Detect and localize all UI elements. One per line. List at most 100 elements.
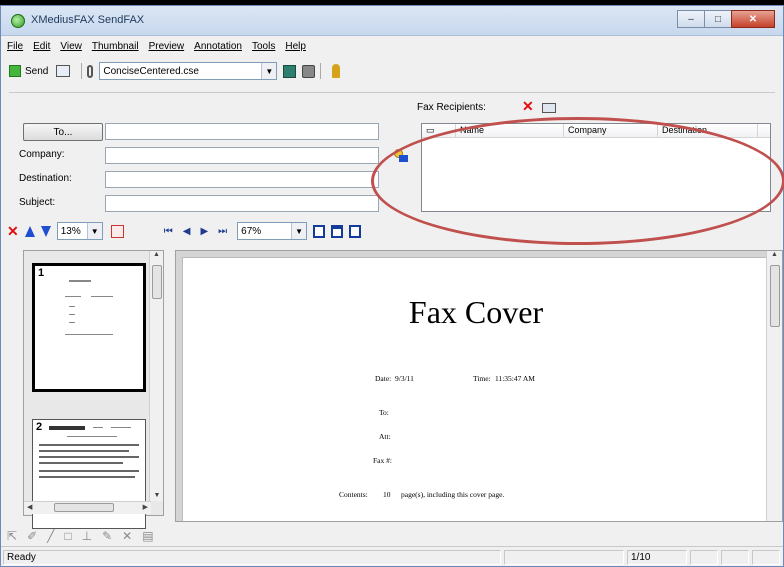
- cover-template-select[interactable]: ConciseCentered.cse ▼: [99, 62, 278, 80]
- address-book-icon[interactable]: [283, 64, 297, 78]
- status-text: Ready: [3, 550, 501, 565]
- rectangle-icon[interactable]: □: [64, 529, 71, 543]
- line-icon[interactable]: ╱: [47, 529, 54, 543]
- thumb-text-line: [69, 306, 75, 307]
- delete-page-icon[interactable]: ✕: [7, 224, 19, 238]
- last-page-button[interactable]: ⏭: [218, 226, 227, 237]
- thumbnail-panel[interactable]: 1 2 ▲ ▼ ◀ ▶: [23, 250, 164, 529]
- page-toolbar: ✕ 13% ▼ ⏮ ◀ ▶ ⏭ 67% ▼: [7, 220, 362, 242]
- pen-icon[interactable]: ✎: [102, 529, 112, 543]
- to-button[interactable]: To...: [23, 123, 103, 141]
- status-cell-empty: [690, 550, 718, 565]
- toolbar-separator: [81, 63, 83, 79]
- scroll-right-arrow-icon[interactable]: ▶: [143, 503, 148, 511]
- thumbnail-page-1[interactable]: 1: [32, 263, 146, 392]
- fax-cover-title: Fax Cover: [408, 294, 544, 330]
- first-page-button[interactable]: ⏮: [164, 226, 173, 237]
- title-bar[interactable]: XMediusFAX SendFAX – □ ✕: [1, 6, 783, 36]
- delete-recipient-icon[interactable]: ✕: [522, 99, 534, 113]
- fax-number-label: Fax #:: [373, 456, 392, 465]
- recipient-properties-icon[interactable]: [542, 103, 556, 113]
- cover-template-value: ConciseCentered.cse: [103, 65, 199, 77]
- thumbnail-zoom-select[interactable]: 13% ▼: [56, 222, 103, 240]
- subject-field[interactable]: [105, 195, 379, 212]
- send-button[interactable]: Send: [25, 66, 48, 77]
- time-value: 11:35:47 AM: [495, 374, 535, 383]
- thumb-text-line: [69, 280, 91, 282]
- thumb-text-line: [39, 470, 139, 472]
- scroll-down-arrow-icon[interactable]: ▼: [150, 492, 164, 499]
- delete-annotation-icon[interactable]: ✕: [122, 529, 132, 543]
- cover-page-icon[interactable]: [56, 65, 71, 77]
- menu-file[interactable]: File: [7, 41, 23, 57]
- scroll-up-arrow-icon[interactable]: ▲: [767, 251, 782, 258]
- thumb-text-line: [69, 314, 75, 315]
- actual-size-icon[interactable]: [349, 224, 362, 238]
- thumb-text-line: [39, 444, 139, 446]
- thumbnail-vertical-scrollbar[interactable]: ▲ ▼: [149, 251, 163, 501]
- subject-label: Subject:: [19, 197, 56, 208]
- thumb-text-line: [65, 334, 113, 335]
- menu-help[interactable]: Help: [285, 41, 306, 57]
- to-field[interactable]: [105, 123, 379, 140]
- menu-edit[interactable]: Edit: [33, 41, 50, 57]
- maximize-button[interactable]: □: [704, 10, 732, 28]
- previous-page-button[interactable]: ◀: [183, 226, 191, 237]
- move-down-icon[interactable]: [40, 225, 51, 237]
- highlighter-icon[interactable]: ✐: [27, 529, 37, 543]
- page-count: 1/10: [627, 550, 687, 565]
- thumb-text-line: [39, 450, 129, 452]
- scroll-thumb[interactable]: [54, 503, 114, 512]
- main-toolbar: Send ConciseCentered.cse ▼: [5, 60, 341, 82]
- preview-vertical-scrollbar[interactable]: ▲: [766, 251, 782, 521]
- close-button[interactable]: ✕: [731, 10, 775, 28]
- scroll-up-arrow-icon[interactable]: ▲: [150, 251, 163, 258]
- fit-page-icon[interactable]: [313, 224, 326, 238]
- scroll-thumb[interactable]: [152, 265, 162, 299]
- company-field[interactable]: [105, 147, 379, 164]
- chevron-down-icon[interactable]: ▼: [86, 223, 102, 239]
- menu-view[interactable]: View: [60, 41, 82, 57]
- date-value: 9/3/11: [395, 374, 414, 383]
- thumbnail-horizontal-scrollbar[interactable]: ◀ ▶: [24, 501, 151, 514]
- menu-bar: File Edit View Thumbnail Preview Annotat…: [1, 41, 316, 57]
- scroll-left-arrow-icon[interactable]: ◀: [27, 503, 32, 511]
- sendfax-window: XMediusFAX SendFAX – □ ✕ File Edit View …: [0, 5, 784, 567]
- thumb-text-line: [65, 296, 81, 297]
- thumb-text-line: [67, 436, 117, 437]
- fit-width-icon[interactable]: [331, 224, 344, 238]
- thumbnail-number: 1: [38, 267, 45, 279]
- minimize-button[interactable]: –: [677, 10, 705, 28]
- destination-label: Destination:: [19, 173, 72, 184]
- contents-suffix: page(s), including this cover page.: [401, 490, 505, 499]
- next-page-button[interactable]: ▶: [200, 226, 208, 237]
- preview-panel[interactable]: Fax Cover Date: 9/3/11 Time: 11:35:47 AM…: [175, 250, 783, 522]
- destination-field[interactable]: [105, 171, 379, 188]
- text-box-icon[interactable]: ▤: [142, 529, 153, 543]
- preview-zoom-value: 67%: [241, 225, 262, 237]
- stamp-icon[interactable]: ⊥: [82, 529, 92, 543]
- contents-label: Contents:: [339, 490, 368, 499]
- size-grip[interactable]: [752, 550, 780, 565]
- menu-thumbnail[interactable]: Thumbnail: [92, 41, 139, 57]
- preview-zoom-select[interactable]: 67% ▼: [237, 222, 308, 240]
- menu-tools[interactable]: Tools: [252, 41, 275, 57]
- menu-annotation[interactable]: Annotation: [194, 41, 242, 57]
- key-icon[interactable]: [332, 64, 341, 78]
- scroll-thumb[interactable]: [770, 265, 780, 327]
- contact-icon[interactable]: [302, 64, 316, 78]
- thumb-text-line: [49, 426, 85, 430]
- fax-cover-page: Fax Cover Date: 9/3/11 Time: 11:35:47 AM…: [182, 257, 768, 521]
- to-label: To:: [379, 408, 389, 417]
- contents-value: 10: [383, 490, 391, 499]
- move-up-icon[interactable]: [24, 225, 35, 237]
- chevron-down-icon[interactable]: ▼: [291, 223, 307, 239]
- attachment-icon[interactable]: [87, 64, 94, 78]
- select-arrow-icon[interactable]: ⇱: [7, 529, 17, 543]
- remove-page-icon[interactable]: [110, 224, 124, 238]
- send-icon[interactable]: [9, 65, 21, 77]
- menu-preview[interactable]: Preview: [149, 41, 185, 57]
- thumb-text-line: [111, 427, 131, 428]
- chevron-down-icon[interactable]: ▼: [261, 63, 277, 79]
- thumb-text-line: [39, 476, 135, 478]
